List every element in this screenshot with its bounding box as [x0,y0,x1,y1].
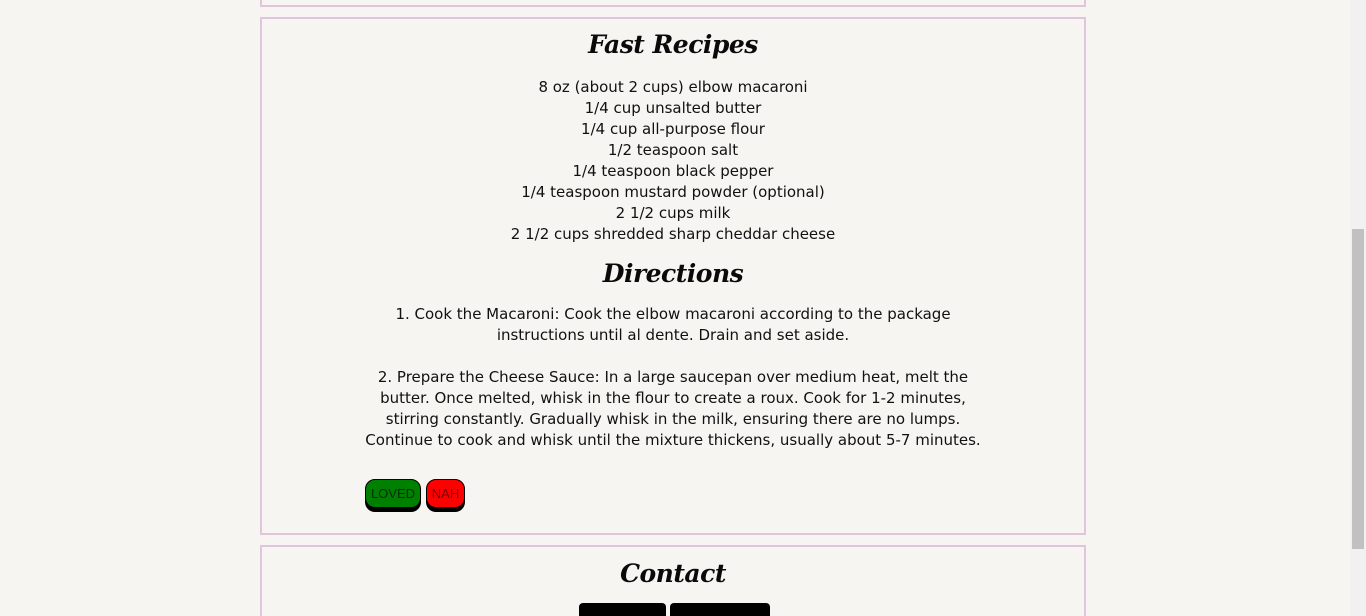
nah-button[interactable]: NAH [426,479,465,508]
direction-step: 2. Prepare the Cheese Sauce: In a large … [365,368,981,449]
contact-card: Contact [260,545,1086,616]
contact-button[interactable] [579,603,666,616]
contact-button[interactable] [670,603,770,616]
ingredient-item: 1/4 cup all-purpose flour [581,120,765,138]
ingredient-item: 8 oz (about 2 cups) elbow macaroni [538,78,808,96]
directions-title: Directions [602,259,744,288]
recipe-card: Fast Recipes 8 oz (about 2 cups) elbow m… [260,17,1086,535]
loved-button[interactable]: LOVED [365,479,421,508]
ingredient-item: 1/4 teaspoon black pepper [572,162,774,180]
contact-title: Contact [620,559,726,588]
directions-text: 1. Cook the Macaroni: Cook the elbow mac… [363,304,983,472]
previous-section-card [260,0,1086,7]
direction-step: 1. Cook the Macaroni: Cook the elbow mac… [395,305,951,344]
ingredient-item: 2 1/2 cups shredded sharp cheddar cheese [510,225,836,243]
contact-buttons [579,603,770,616]
ingredient-item: 1/4 teaspoon mustard powder (optional) [521,183,825,201]
recipe-title: Fast Recipes [588,30,758,59]
page: Fast Recipes 8 oz (about 2 cups) elbow m… [0,0,1350,616]
ingredient-item: 2 1/2 cups milk [615,204,731,222]
vote-buttons: LOVED NAH [365,479,465,508]
vertical-scrollbar[interactable] [1350,0,1366,616]
ingredient-list: 8 oz (about 2 cups) elbow macaroni 1/4 c… [262,77,1084,245]
scrollbar-thumb[interactable] [1352,229,1364,549]
ingredient-item: 1/4 cup unsalted butter [584,99,762,117]
ingredient-item: 1/2 teaspoon salt [607,141,739,159]
